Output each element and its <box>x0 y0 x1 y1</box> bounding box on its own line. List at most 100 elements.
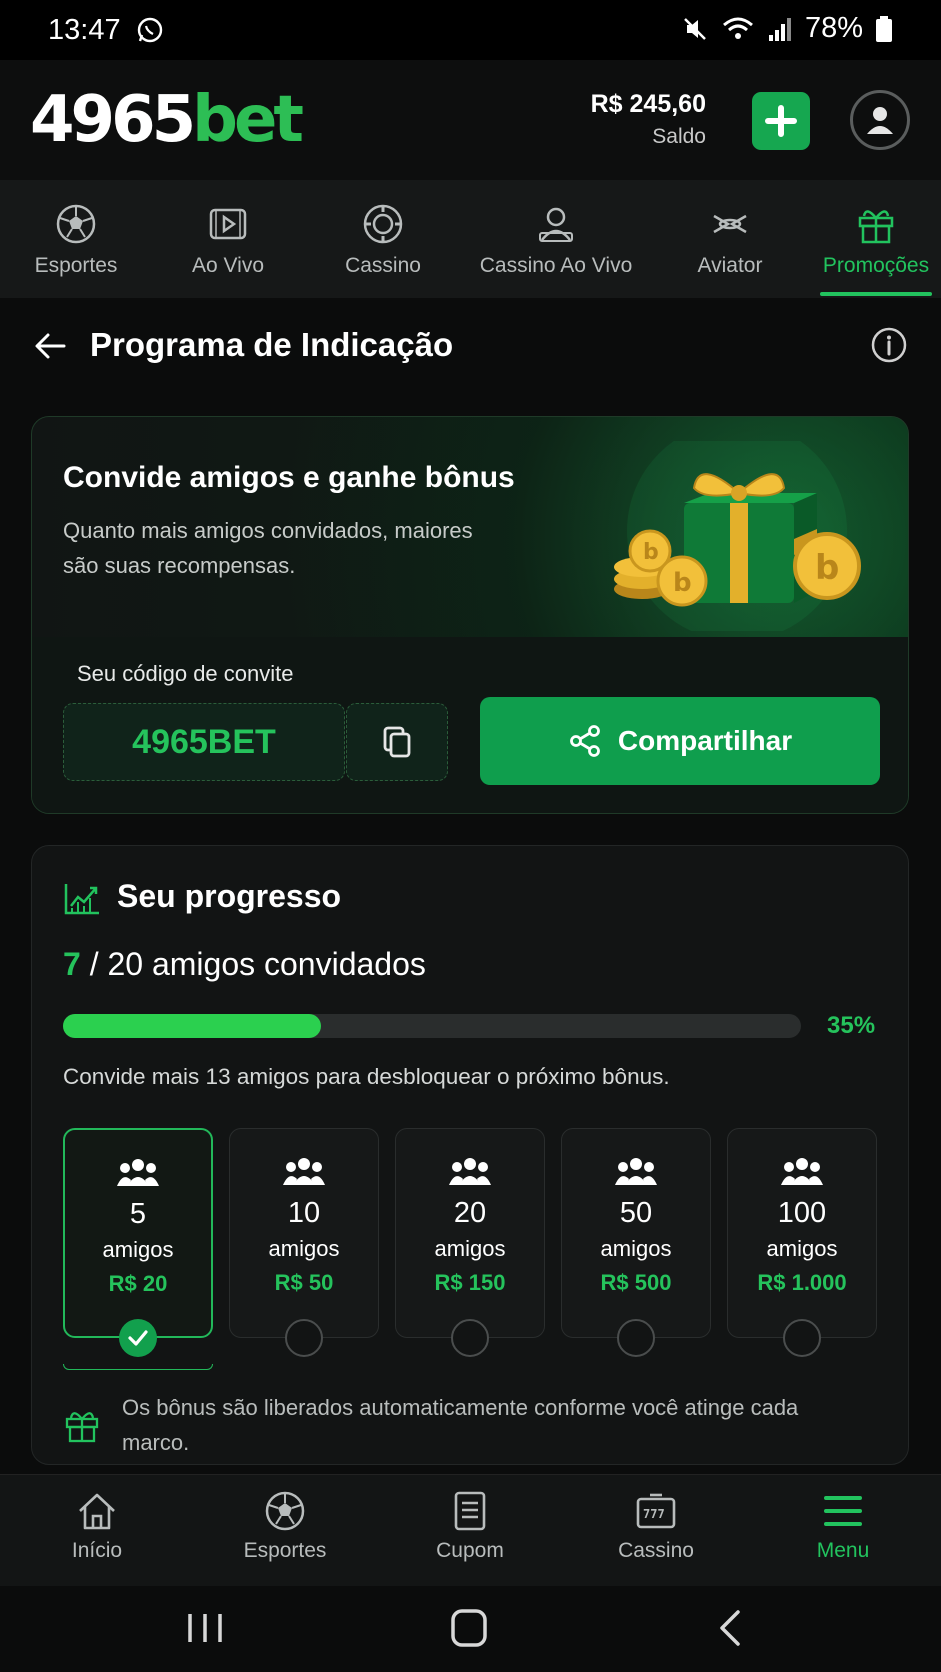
bottom-tab-bar: Início Esportes Cupom 777 Cassino Menu <box>0 1474 941 1586</box>
tab-menu[interactable]: Menu <box>763 1489 923 1563</box>
user-avatar[interactable] <box>850 90 910 150</box>
coupon-icon <box>454 1491 486 1531</box>
menu-icon <box>824 1496 862 1526</box>
users-group-icon <box>449 1158 491 1185</box>
milestone-unit: amigos <box>102 1237 174 1262</box>
chart-trend-icon <box>64 884 99 915</box>
balance[interactable]: R$ 245,60 Saldo <box>591 90 706 149</box>
plus-icon <box>765 105 797 137</box>
live-video-icon <box>209 208 247 240</box>
nav-item-promocoes[interactable]: Promoções <box>816 180 936 298</box>
invite-card: Convide amigos e ganhe bônus Quanto mais… <box>31 416 909 814</box>
nav-label: Cassino Ao Vivo <box>479 254 633 277</box>
casino-chip-icon <box>363 204 403 244</box>
back-arrow-icon[interactable] <box>32 328 68 364</box>
nav-item-cassino-ao-vivo[interactable]: Cassino Ao Vivo <box>470 180 642 298</box>
category-nav: Esportes Ao Vivo Cassino Cassino Ao Vivo… <box>0 180 941 298</box>
svg-text:b: b <box>815 548 839 588</box>
milestone-check-pending <box>285 1319 323 1357</box>
nav-item-aviator[interactable]: Aviator <box>670 180 790 298</box>
status-indicators: 78% <box>681 12 893 45</box>
user-icon <box>867 107 893 134</box>
milestone-100[interactable]: 100 amigos R$ 1.000 <box>727 1128 877 1338</box>
milestone-reward: R$ 20 <box>108 1271 168 1296</box>
milestone-check-pending <box>617 1319 655 1357</box>
tab-cupom[interactable]: Cupom <box>390 1489 550 1563</box>
page-title: Programa de Indicação <box>90 326 454 363</box>
gift-icon <box>65 1412 99 1443</box>
deposit-button[interactable] <box>752 92 810 150</box>
share-icon <box>569 725 600 757</box>
milestone-5[interactable]: 5 amigos R$ 20 <box>63 1128 213 1338</box>
copy-icon <box>383 726 411 758</box>
nav-item-ao-vivo[interactable]: Ao Vivo <box>168 180 288 298</box>
invited-total: 20 amigos convidados <box>107 946 426 982</box>
nav-item-cassino[interactable]: Cassino <box>323 180 443 298</box>
invite-code-label: Seu código de convite <box>77 661 294 686</box>
tab-label: Cassino <box>618 1539 694 1562</box>
invite-title: Convide amigos e ganhe bônus <box>63 461 515 494</box>
invited-count: 7 / 20 amigos convidados <box>63 946 426 983</box>
battery-percent: 78% <box>804 12 863 44</box>
tab-esportes[interactable]: Esportes <box>205 1489 365 1563</box>
nav-label: Cassino <box>345 254 421 277</box>
balance-value: R$ 245,60 <box>590 90 706 118</box>
milestone-count: 5 <box>129 1198 147 1230</box>
recent-apps-icon[interactable] <box>180 1606 230 1650</box>
invite-code-field[interactable]: 4965BET <box>63 703 345 781</box>
tab-label: Início <box>71 1539 123 1562</box>
share-button[interactable]: Compartilhar <box>480 697 880 785</box>
progress-percent: 35% <box>827 1012 876 1039</box>
milestone-reward: R$ 1.000 <box>757 1270 847 1295</box>
info-icon[interactable] <box>870 326 908 364</box>
milestone-count: 10 <box>287 1197 321 1229</box>
active-tab-indicator <box>820 292 932 296</box>
status-bar: 13:47 78% <box>0 0 941 60</box>
milestone-count: 20 <box>453 1197 487 1229</box>
milestone-50[interactable]: 50 amigos R$ 500 <box>561 1128 711 1338</box>
users-group-icon <box>117 1159 159 1186</box>
invite-subtitle: Quanto mais amigos convidados, maiores s… <box>63 518 473 578</box>
milestone-20[interactable]: 20 amigos R$ 150 <box>395 1128 545 1338</box>
nav-label: Promoções <box>822 254 930 277</box>
milestone-count: 50 <box>619 1197 653 1229</box>
home-button-icon[interactable] <box>444 1606 494 1650</box>
copy-code-button[interactable] <box>346 703 448 781</box>
page-title-row: Programa de Indicação <box>0 298 941 394</box>
svg-text:777: 777 <box>643 1507 665 1521</box>
milestone-10[interactable]: 10 amigos R$ 50 <box>229 1128 379 1338</box>
checkmark-icon <box>128 1330 148 1346</box>
plane-icon <box>713 214 747 234</box>
users-group-icon <box>781 1158 823 1185</box>
progress-bar-fill <box>63 1014 322 1038</box>
milestone-unit: amigos <box>766 1236 838 1261</box>
milestone-unit: amigos <box>600 1236 672 1261</box>
progress-title: Seu progresso <box>117 878 342 914</box>
milestone-unit: amigos <box>268 1236 340 1261</box>
mute-icon <box>684 17 706 40</box>
tab-cassino[interactable]: 777 Cassino <box>576 1489 736 1563</box>
progress-hint: Convide mais 13 amigos para desbloquear … <box>63 1064 670 1089</box>
nav-label: Aviator <box>697 254 763 277</box>
battery-icon <box>876 15 892 42</box>
status-time: 13:47 <box>48 14 121 46</box>
progress-card: Seu progresso 7 / 20 amigos convidados 3… <box>31 845 909 1465</box>
gift-coins-illustration: b b b <box>614 441 861 631</box>
tab-label: Menu <box>816 1539 870 1562</box>
soccer-ball-icon <box>56 204 96 244</box>
back-button-icon[interactable] <box>706 1606 756 1650</box>
tab-label: Cupom <box>436 1539 504 1562</box>
bonus-note: Os bônus são liberados automaticamente c… <box>122 1395 799 1455</box>
milestone-check-pending <box>783 1319 821 1357</box>
tab-label: Esportes <box>243 1539 327 1562</box>
nav-item-esportes[interactable]: Esportes <box>16 180 136 298</box>
nav-label: Esportes <box>34 254 118 277</box>
milestone-reward: R$ 500 <box>600 1270 672 1295</box>
balance-label: Saldo <box>652 125 706 148</box>
home-icon <box>79 1493 115 1530</box>
tab-inicio[interactable]: Início <box>17 1489 177 1563</box>
svg-text:b: b <box>643 540 659 565</box>
progress-bar <box>63 1014 801 1038</box>
brand-logo[interactable]: 4965bet <box>30 82 304 158</box>
system-navigation-bar <box>0 1586 941 1672</box>
